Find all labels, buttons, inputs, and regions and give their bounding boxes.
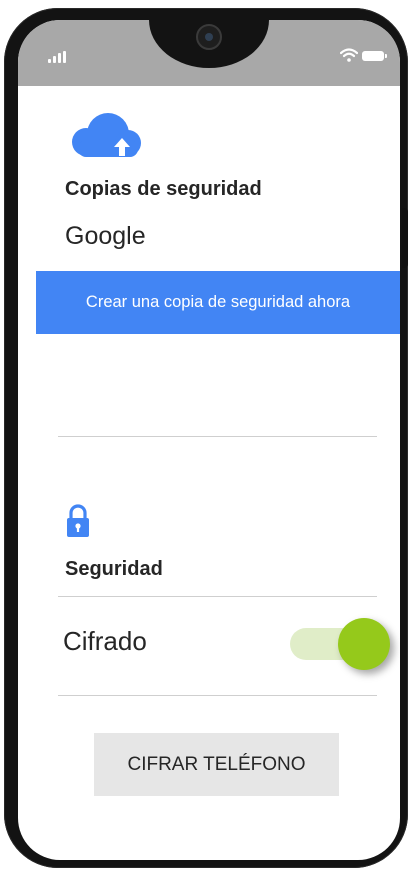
security-section-title: Seguridad	[65, 558, 163, 580]
backup-section-title: Copias de seguridad	[65, 178, 262, 200]
camera-notch	[149, 20, 269, 68]
signal-icon	[48, 51, 68, 63]
encryption-label: Cifrado	[63, 626, 147, 656]
create-backup-button[interactable]: Crear una copia de seguridad ahora	[36, 271, 400, 334]
toggle-knob[interactable]	[338, 618, 390, 670]
side-button	[402, 208, 408, 268]
encryption-toggle[interactable]	[288, 618, 394, 670]
phone-screen: Copias de seguridad Google Crear una cop…	[18, 20, 400, 860]
status-bar	[18, 20, 400, 86]
wifi-icon	[340, 48, 358, 62]
section-divider	[58, 695, 377, 696]
lock-icon	[67, 504, 89, 537]
encrypt-phone-button[interactable]: CIFRAR TELÉFONO	[94, 733, 339, 796]
battery-icon	[362, 51, 387, 61]
backup-account-value: Google	[65, 222, 146, 250]
section-divider	[58, 596, 377, 597]
cloud-upload-icon	[72, 113, 141, 157]
phone-frame: Copias de seguridad Google Crear una cop…	[4, 8, 408, 868]
camera-icon	[196, 24, 222, 50]
section-divider	[58, 436, 377, 437]
